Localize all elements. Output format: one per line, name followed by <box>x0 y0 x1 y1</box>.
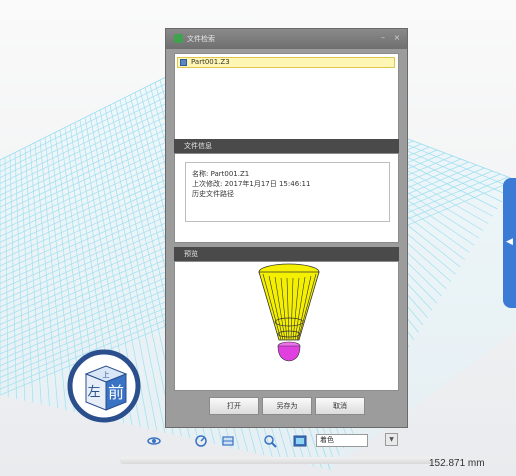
info-name: 名称: Part001.Z1 <box>192 170 250 178</box>
zoom-icon[interactable] <box>262 433 278 449</box>
app-logo-icon <box>174 34 183 43</box>
part-file-icon <box>180 59 187 66</box>
dialog-titlebar[interactable]: 文件检索 – × <box>166 29 407 49</box>
preview-panel <box>174 261 399 391</box>
file-info-header: 文件信息 <box>174 139 399 153</box>
info-history: 历史文件路径 <box>192 190 234 198</box>
file-browser-dialog: 文件检索 – × Part001.Z3 文件信息 名称: Part001.Z1 … <box>165 28 408 428</box>
chevron-left-icon: ◀ <box>506 237 513 247</box>
preview-header-label: 预览 <box>184 250 198 258</box>
view-cube[interactable]: 左 前 上 <box>62 344 150 432</box>
cube-left-face-label[interactable]: 左 <box>87 385 100 400</box>
file-info-panel: 名称: Part001.Z1 上次修改: 2017年1月17日 15:46:11… <box>174 153 399 243</box>
shuttlecock-base <box>277 341 301 362</box>
display-mode-icon[interactable] <box>292 433 308 449</box>
side-panel-toggle[interactable]: ◀ <box>503 178 516 308</box>
bottom-toolbar <box>120 457 435 464</box>
shuttlecock-feathers <box>258 263 320 341</box>
preview-header: 预览 <box>174 247 399 261</box>
render-style-select[interactable]: 着色 <box>316 434 368 447</box>
file-name: Part001.Z3 <box>191 58 230 66</box>
info-modified: 上次修改: 2017年1月17日 15:46:11 <box>192 180 311 188</box>
cube-front-face-label[interactable]: 前 <box>108 383 124 402</box>
scale-readout: 152.871 mm <box>429 458 485 469</box>
close-button[interactable]: × <box>392 33 402 43</box>
render-style-value: 着色 <box>320 436 334 444</box>
dialog-title: 文件检索 <box>187 35 215 43</box>
rotate-view-icon[interactable] <box>193 433 209 449</box>
chevron-down-icon[interactable]: ▼ <box>385 433 398 446</box>
cancel-button[interactable]: 取消 <box>315 397 365 415</box>
shuttlecock-preview <box>258 263 320 362</box>
file-info-header-label: 文件信息 <box>184 142 212 150</box>
dialog-button-row: 打开 另存为 取消 <box>174 397 399 419</box>
file-info-box: 名称: Part001.Z1 上次修改: 2017年1月17日 15:46:11… <box>185 162 390 222</box>
open-button[interactable]: 打开 <box>209 397 259 415</box>
list-item[interactable]: Part001.Z3 <box>177 57 395 68</box>
cube-top-face-label[interactable]: 上 <box>103 370 110 379</box>
save-as-button[interactable]: 另存为 <box>262 397 312 415</box>
minimize-button[interactable]: – <box>378 33 388 43</box>
pan-view-icon[interactable] <box>220 433 236 449</box>
orbit-icon[interactable] <box>146 433 162 449</box>
